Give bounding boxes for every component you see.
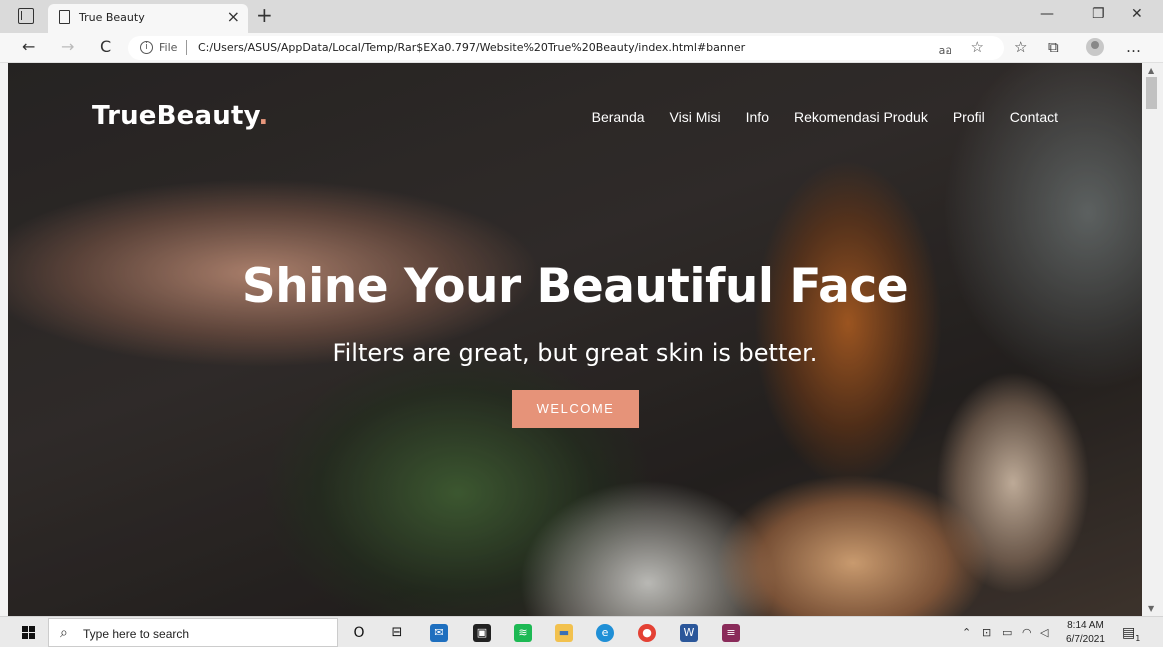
search-placeholder: Type here to search [83,627,190,641]
tray-expand-icon[interactable]: ⌃ [962,626,971,639]
hero-banner: TrueBeauty. Beranda Visi Misi Info Rekom… [8,63,1142,616]
tab-close-icon[interactable]: × [227,7,240,26]
forward-button[interactable]: → [61,37,74,56]
scrollbar[interactable]: ▲ ▼ [1142,63,1163,616]
scroll-thumb[interactable] [1146,77,1157,109]
nav-contact[interactable]: Contact [1010,109,1058,125]
taskbar-search[interactable]: ⌕ Type here to search [48,618,338,647]
chrome-icon[interactable]: ● [638,624,656,642]
brand-text: TrueBeauty [92,101,259,131]
task-view-icon[interactable]: ⊟ [388,624,406,642]
refresh-button[interactable]: C [100,37,111,56]
read-aloud-icon[interactable]: aอ [939,41,952,59]
site-logo[interactable]: TrueBeauty. [92,101,268,131]
new-tab-button[interactable]: + [256,3,273,27]
clock-time: 8:14 AM [1067,620,1104,631]
nav-visi-misi[interactable]: Visi Misi [670,109,721,125]
restore-button[interactable]: ❐ [1092,6,1105,22]
windows-start-icon[interactable] [22,626,36,639]
file-explorer-icon[interactable]: ▬ [555,624,573,642]
close-window-button[interactable]: ✕ [1131,6,1143,22]
store-icon[interactable]: ▣ [473,624,491,642]
nav-profil[interactable]: Profil [953,109,985,125]
nav-info[interactable]: Info [746,109,769,125]
word-icon[interactable]: W [680,624,698,642]
taskbar: ⌕ Type here to search O ⊟ ✉ ▣ ≋ ▬ e ● W … [0,616,1163,647]
collections-icon[interactable]: ⧉ [1048,38,1059,56]
scroll-down-icon[interactable]: ▼ [1148,604,1154,613]
brand-dot: . [258,101,269,131]
site-nav: Beranda Visi Misi Info Rekomendasi Produ… [592,109,1058,125]
battery-icon[interactable]: ▭ [1002,626,1012,639]
divider [186,40,187,55]
scroll-up-icon[interactable]: ▲ [1148,66,1154,75]
hero-title: Shine Your Beautiful Face [241,259,909,314]
edge-icon[interactable]: e [596,624,614,642]
address-toolbar: ← → C i File C:/Users/ASUS/AppData/Local… [0,33,1163,63]
notification-count: 1 [1135,633,1141,643]
scheme-label: File [159,41,178,54]
tab-actions-icon[interactable] [18,8,34,24]
favorites-icon[interactable]: ☆ [1014,38,1027,56]
tab-title: True Beauty [79,11,145,24]
welcome-button[interactable]: WELCOME [512,390,639,428]
notification-center-icon[interactable]: ▤1 [1122,625,1140,643]
cortana-icon[interactable]: O [350,624,368,642]
mail-icon[interactable]: ✉ [430,624,448,642]
nav-rekomendasi-produk[interactable]: Rekomendasi Produk [794,109,928,125]
url-text[interactable]: C:/Users/ASUS/AppData/Local/Temp/Rar$EXa… [198,41,745,54]
clock-date: 6/7/2021 [1066,634,1105,645]
wifi-icon[interactable]: ◠ [1022,626,1032,639]
info-icon[interactable]: i [140,41,153,54]
tab-bar: True Beauty × + — ❐ ✕ [0,0,1163,33]
minimize-button[interactable]: — [1040,6,1054,22]
profile-icon[interactable] [1086,38,1104,56]
nav-beranda[interactable]: Beranda [592,109,645,125]
page-icon [59,10,70,24]
system-clock[interactable]: 8:14 AM 6/7/2021 [1066,619,1105,647]
volume-icon[interactable]: ◁ [1040,626,1048,639]
more-icon[interactable]: … [1126,38,1141,56]
add-favorite-icon[interactable]: ☆ [971,38,984,56]
spotify-icon[interactable]: ≋ [514,624,532,642]
tab-true-beauty[interactable]: True Beauty × [48,4,248,33]
search-icon: ⌕ [60,625,68,641]
winrar-icon[interactable]: ≡ [722,624,740,642]
hero-subtitle: Filters are great, but great skin is bet… [332,339,818,367]
back-button[interactable]: ← [22,37,35,56]
tray-app-icon[interactable]: ⊡ [982,626,991,639]
address-bar[interactable]: i File C:/Users/ASUS/AppData/Local/Temp/… [128,36,1004,60]
